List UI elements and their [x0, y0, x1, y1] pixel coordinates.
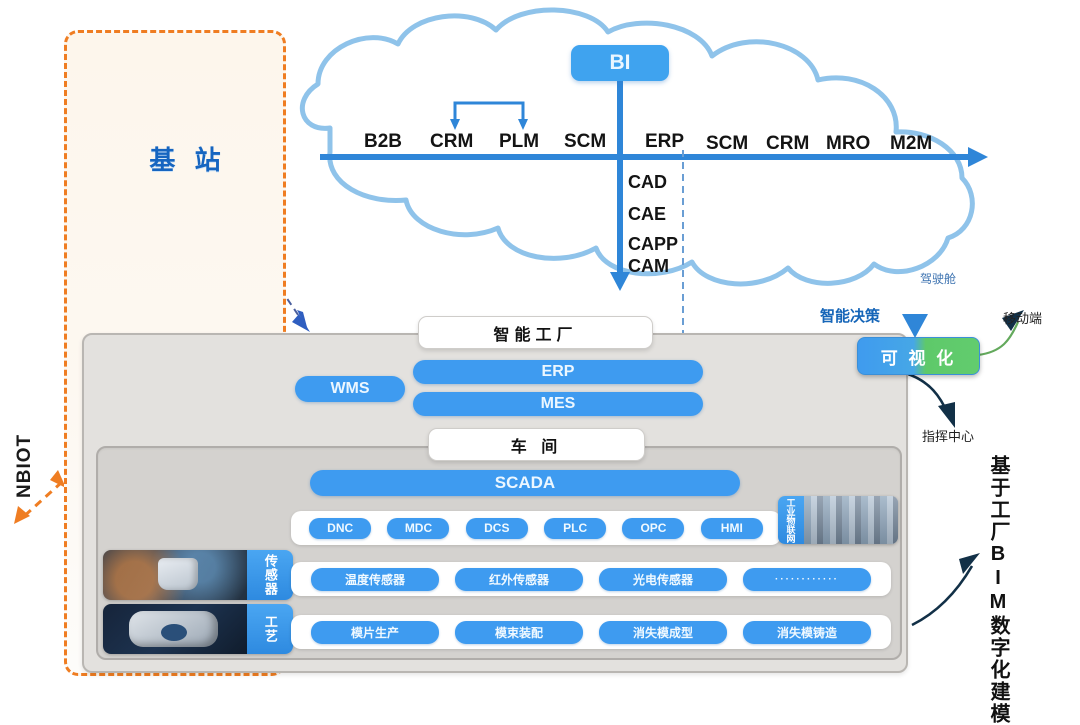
sensor-caption: 传感器	[247, 550, 293, 600]
industrial-iot-tile: 工业物联网	[778, 496, 898, 544]
control-protocol-row: DNC MDC DCS PLC OPC HMI	[291, 511, 781, 545]
cloud-vertical-item-cae: CAE	[628, 204, 667, 224]
sensor-row: 温度传感器 红外传感器 光电传感器 ············	[291, 562, 891, 596]
control-item-opc[interactable]: OPC	[622, 517, 685, 539]
cloud-vertical-item-capp: CAPP	[628, 234, 679, 254]
nbiot-label: NBIOT	[14, 433, 35, 498]
command-center-arrow	[907, 372, 955, 428]
smart-factory-title: 智能工厂	[418, 316, 653, 349]
cockpit-label: 驾驶舱	[920, 272, 957, 286]
smart-decision-label: 智能决策	[820, 308, 881, 325]
sensor-item-temperature[interactable]: 温度传感器	[311, 567, 439, 591]
visualization-node[interactable]: 可 视 化	[857, 337, 980, 375]
bim-arrow	[911, 553, 980, 627]
wms-node[interactable]: WMS	[295, 376, 405, 402]
cloud-axis-item-scm-1: SCM	[564, 131, 607, 152]
erp-node[interactable]: ERP	[413, 360, 703, 384]
process-photo-tile: 工艺	[103, 604, 293, 654]
cloud-axis-item-b2b: B2B	[364, 131, 403, 152]
sensor-item-photoelectric[interactable]: 光电传感器	[599, 567, 727, 591]
cloud-axis-item-m2m: M2M	[890, 133, 933, 154]
cloud-axis-item-plm: PLM	[499, 131, 540, 152]
mobile-label: 移动端	[1003, 311, 1043, 326]
process-caption: 工艺	[247, 604, 293, 654]
sensor-item-more[interactable]: ············	[743, 567, 871, 591]
cloud-axis-item-crm-1: CRM	[430, 131, 474, 152]
bim-label: 基于工厂BIM数字化建模	[987, 455, 1009, 725]
cloud-vertical-item-cad: CAD	[628, 172, 667, 192]
command-center-label: 指挥中心	[922, 429, 975, 444]
process-photo	[103, 604, 247, 654]
cloud-axis-item-scm-2: SCM	[706, 133, 749, 154]
sensor-photo-tile: 传感器	[103, 550, 293, 600]
industrial-iot-caption: 工业物联网	[778, 496, 804, 544]
mes-node[interactable]: MES	[413, 392, 703, 416]
process-item-lost-foam-casting[interactable]: 消失模铸造	[743, 620, 871, 644]
base-station-label: 基 站	[149, 145, 227, 175]
control-item-dcs[interactable]: DCS	[465, 517, 528, 539]
bi-node[interactable]: BI	[571, 45, 669, 81]
sensor-item-infrared[interactable]: 红外传感器	[455, 567, 583, 591]
cloud-axis-item-erp: ERP	[645, 131, 685, 152]
process-row: 模片生产 模束装配 消失模成型 消失模铸造	[291, 615, 891, 649]
industrial-iot-photo	[804, 496, 898, 544]
workshop-title: 车 间	[428, 428, 645, 461]
control-item-plc[interactable]: PLC	[544, 517, 607, 539]
sensor-photo	[103, 550, 247, 600]
process-item-lost-foam-forming[interactable]: 消失模成型	[599, 620, 727, 644]
process-item-mold-sheet-production[interactable]: 模片生产	[311, 620, 439, 644]
process-item-mold-bundle-assembly[interactable]: 模束装配	[455, 620, 583, 644]
cloud-axis-item-crm-2: CRM	[766, 133, 810, 154]
control-item-mdc[interactable]: MDC	[387, 517, 450, 539]
control-item-dnc[interactable]: DNC	[309, 517, 372, 539]
scada-node[interactable]: SCADA	[310, 470, 740, 496]
control-item-hmi[interactable]: HMI	[700, 517, 763, 539]
cloud-axis-item-mro: MRO	[826, 133, 871, 154]
cloud-vertical-item-cam: CAM	[628, 256, 669, 276]
